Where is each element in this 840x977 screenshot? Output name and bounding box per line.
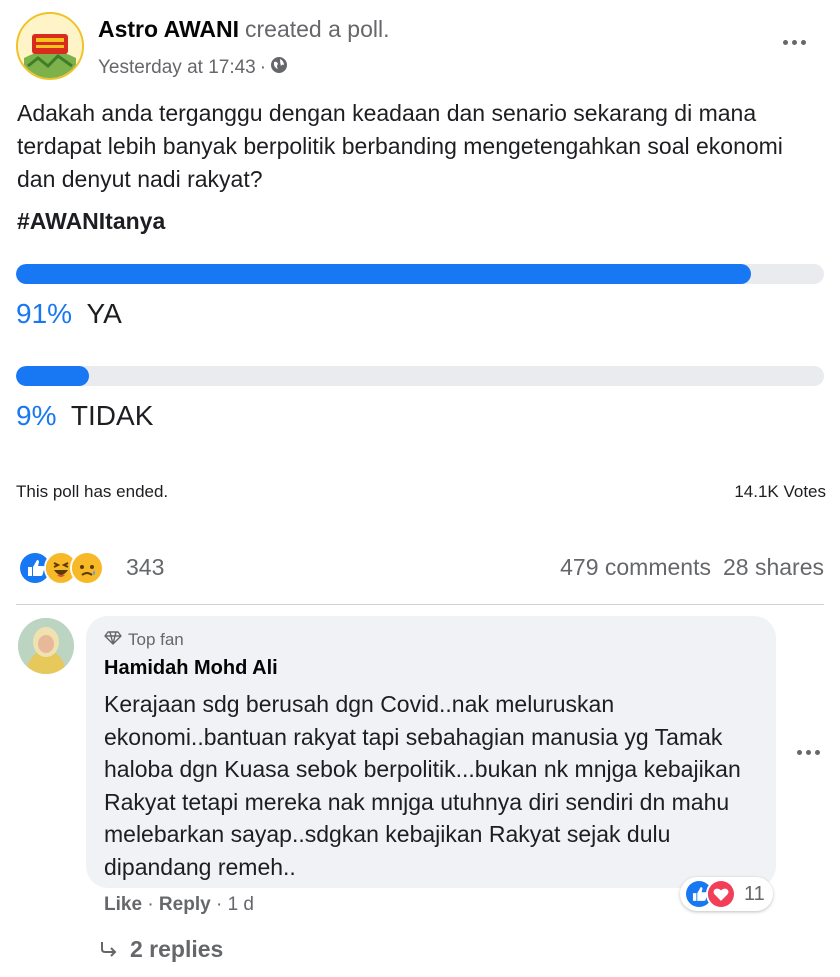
comment-actions: Like · Reply · 1 d [104,894,254,916]
globe-icon [270,56,288,80]
post-meta: Yesterday at 17:43 · [98,56,288,80]
poll-option-ya: 91% YA [16,298,122,330]
divider [16,604,824,605]
love-icon [706,879,736,909]
poll-option-percent: 9% [16,400,57,431]
like-button[interactable]: Like [104,894,142,915]
view-replies-link[interactable]: 2 replies [100,936,223,963]
poll-option-ya-bar [16,264,824,284]
reply-button[interactable]: Reply [159,894,211,915]
page-avatar[interactable] [16,12,84,80]
shares-count-link[interactable]: 28 shares [723,554,824,580]
comment-reaction-count: 11 [744,882,765,905]
sad-icon [70,551,104,585]
post-timestamp[interactable]: Yesterday at 17:43 [98,57,256,79]
diamond-icon [104,630,122,650]
poll-option-tidak-bar [16,366,824,386]
comment-options-button[interactable] [792,740,824,764]
reaction-count[interactable]: 343 [126,554,164,581]
engagement-counts: 479 comments 28 shares [560,554,824,581]
top-fan-badge: Top fan [104,630,184,650]
hashtag-link[interactable]: #AWANItanya [17,208,165,235]
poll-option-percent: 91% [16,298,73,329]
replies-label: 2 replies [130,936,224,962]
poll-bar-fill [16,264,752,284]
comment-text: Kerajaan sdg berusah dgn Covid..nak melu… [104,691,741,880]
commenter-name-link[interactable]: Hamidah Mohd Ali [104,657,278,680]
poll-option-tidak: 9% TIDAK [16,400,153,432]
page-name-link[interactable]: Astro AWANI [98,16,239,42]
reply-arrow-icon [100,936,118,963]
more-icon [778,30,810,54]
commenter-avatar[interactable] [18,618,74,674]
more-icon [792,740,824,764]
comment-age[interactable]: 1 d [228,894,254,915]
poll-bar-fill [16,366,89,386]
action-separator: · [147,894,154,915]
post-header: Astro AWANI created a poll. [98,16,389,43]
top-fan-label: Top fan [128,630,184,649]
post-action: created a poll. [245,16,390,42]
poll-votes-link[interactable]: 14.1K Votes [734,482,826,502]
poll-status: This poll has ended. [16,482,169,501]
poll-option-label: YA [86,298,122,329]
reaction-icons[interactable] [18,550,104,586]
post-options-button[interactable] [778,30,810,54]
action-separator: · [215,894,223,915]
poll-option-label: TIDAK [70,400,154,431]
comment-reactions[interactable]: 11 [680,877,773,911]
meta-separator: · [259,57,267,78]
poll-question: Adakah anda terganggu dengan keadaan dan… [17,100,783,192]
comments-count-link[interactable]: 479 comments [560,554,711,580]
